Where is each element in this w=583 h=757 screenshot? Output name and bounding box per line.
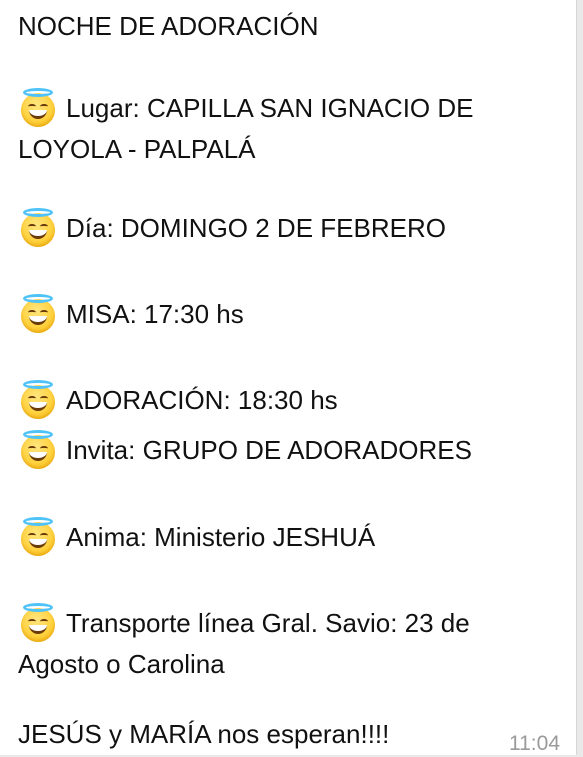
transporte-text: Transporte línea Gral. Savio: 23 de	[66, 608, 470, 638]
lugar-line: Lugar: CAPILLA SAN IGNACIO DE	[18, 88, 474, 127]
smiling-face-with-halo-icon	[18, 380, 58, 419]
anima-line: Anima: Ministerio JESHUÁ	[18, 517, 376, 556]
message-title: NOCHE DE ADORACIÓN	[18, 11, 319, 41]
smiling-face-with-halo-icon	[18, 430, 58, 469]
smiling-face-with-halo-icon	[18, 208, 58, 247]
dia-text: Día: DOMINGO 2 DE FEBRERO	[66, 213, 446, 243]
transporte-text-continued: Agosto o Carolina	[18, 649, 225, 679]
adoracion-line: ADORACIÓN: 18:30 hs	[18, 380, 338, 419]
dia-line: Día: DOMINGO 2 DE FEBRERO	[18, 208, 446, 247]
lugar-text-continued: LOYOLA - PALPALÁ	[18, 134, 256, 164]
misa-line: MISA: 17:30 hs	[18, 294, 244, 333]
invita-text: Invita: GRUPO DE ADORADORES	[66, 435, 472, 465]
anima-text: Anima: Ministerio JESHUÁ	[66, 522, 376, 552]
smiling-face-with-halo-icon	[18, 517, 58, 556]
smiling-face-with-halo-icon	[18, 294, 58, 333]
transporte-line: Transporte línea Gral. Savio: 23 de	[18, 603, 470, 642]
smiling-face-with-halo-icon	[18, 88, 58, 127]
smiling-face-with-halo-icon	[18, 603, 58, 642]
closing-text: JESÚS y MARÍA nos esperan!!!!	[18, 719, 390, 749]
lugar-text: Lugar: CAPILLA SAN IGNACIO DE	[66, 93, 474, 123]
invita-line: Invita: GRUPO DE ADORADORES	[18, 430, 472, 469]
misa-text: MISA: 17:30 hs	[66, 299, 244, 329]
message-timestamp: 11:04	[509, 732, 560, 755]
message-bubble[interactable]: NOCHE DE ADORACIÓN Lugar: CAPILLA SAN IG…	[0, 0, 577, 755]
adoracion-text: ADORACIÓN: 18:30 hs	[66, 385, 338, 415]
